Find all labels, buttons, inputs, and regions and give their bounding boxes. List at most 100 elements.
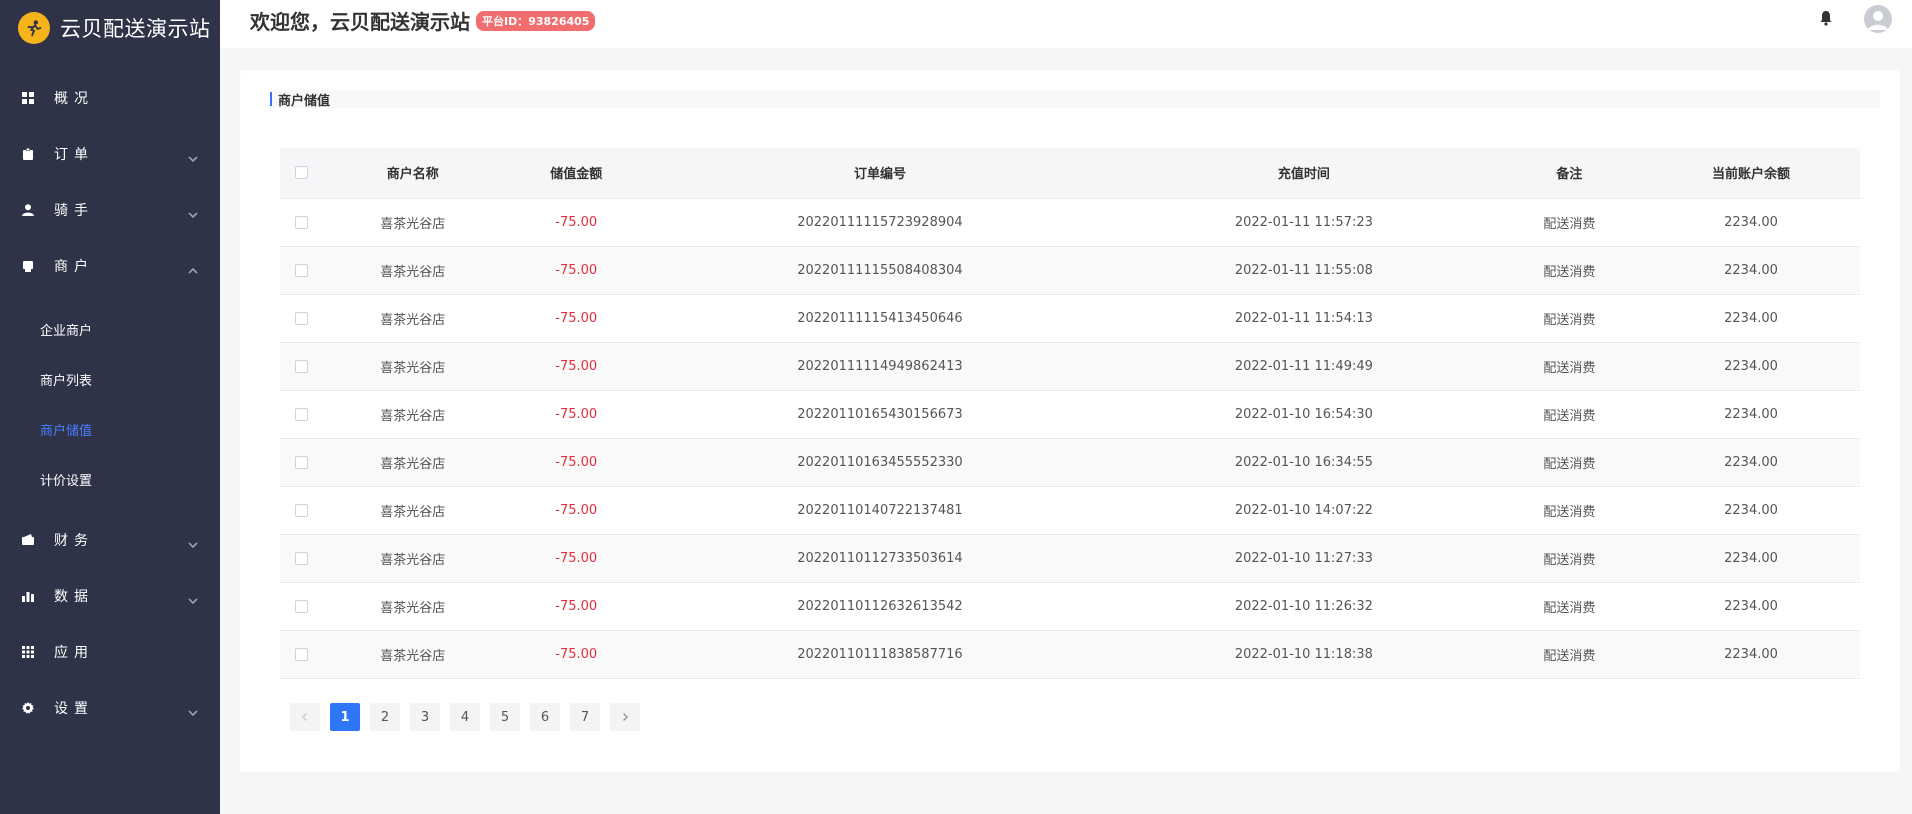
row-checkbox[interactable] <box>294 407 308 421</box>
prev-page-button[interactable] <box>290 703 320 731</box>
row-checkbox[interactable] <box>294 647 308 661</box>
recharge-time-cell: 2022-01-10 16:34:55 <box>1111 438 1497 487</box>
remark-cell: 配送消费 <box>1496 486 1643 535</box>
chevron-left-icon <box>301 712 308 722</box>
dashboard-icon <box>22 92 34 104</box>
remark-cell: 配送消费 <box>1496 534 1643 583</box>
amount-cell: -75.00 <box>503 198 649 247</box>
merchant-name-cell: 喜茶光谷店 <box>322 342 504 391</box>
merchant-name-cell: 喜茶光谷店 <box>322 582 504 631</box>
page-button-3[interactable]: 3 <box>410 703 440 731</box>
sidebar-item-data[interactable]: 数据 <box>0 568 220 624</box>
table-row: 喜茶光谷店 -75.00 20220110112733503614 2022-01-1… <box>280 534 1860 583</box>
order-number-cell: 20220111115723928904 <box>648 198 1111 247</box>
submenu-item-enterprise-merchants[interactable]: 企业商户 <box>0 304 220 354</box>
balance-cell: 2234.00 <box>1642 630 1860 679</box>
main-panel: 商户储值 商户名称 储值金额 订单编号 充值时间 备注 当前账户余额 喜茶光谷店… <box>240 70 1900 772</box>
row-checkbox[interactable] <box>294 503 308 517</box>
merchant-name-cell: 喜茶光谷店 <box>322 198 504 247</box>
balance-cell: 2234.00 <box>1642 438 1860 487</box>
column-header-merchant-name: 商户名称 <box>322 148 504 199</box>
page-button-5[interactable]: 5 <box>490 703 520 731</box>
table-row: 喜茶光谷店 -75.00 20220111115508408304 2022-01-1… <box>280 246 1860 295</box>
sidebar-item-merchants[interactable]: 商户 <box>0 238 220 294</box>
balance-cell: 2234.00 <box>1642 390 1860 439</box>
remark-cell: 配送消费 <box>1496 342 1643 391</box>
recharge-time-cell: 2022-01-10 16:54:30 <box>1111 390 1497 439</box>
row-checkbox[interactable] <box>294 263 308 277</box>
amount-cell: -75.00 <box>503 390 649 439</box>
row-select-cell <box>280 582 322 631</box>
recharge-time-cell: 2022-01-10 11:26:32 <box>1111 582 1497 631</box>
table-row: 喜茶光谷店 -75.00 20220110112632613542 2022-01-1… <box>280 582 1860 631</box>
top-header: 欢迎您，云贝配送演示站 平台ID：93826405 <box>220 0 1912 48</box>
platform-id-badge: 平台ID：93826405 <box>476 10 596 31</box>
amount-cell: -75.00 <box>503 438 649 487</box>
welcome-title: 欢迎您，云贝配送演示站 平台ID：93826405 <box>250 6 596 35</box>
row-checkbox[interactable] <box>294 311 308 325</box>
table-row: 喜茶光谷店 -75.00 20220110111838587716 2022-01-1… <box>280 630 1860 679</box>
page-button-4[interactable]: 4 <box>450 703 480 731</box>
next-page-button[interactable] <box>610 703 640 731</box>
column-header-recharge-time: 充值时间 <box>1111 148 1497 199</box>
merchant-name-cell: 喜茶光谷店 <box>322 390 504 439</box>
sidebar-item-label: 商户 <box>54 259 94 275</box>
submenu-item-pricing-settings[interactable]: 计价设置 <box>0 454 220 504</box>
row-select-cell <box>280 246 322 295</box>
sidebar-item-orders[interactable]: 订单 <box>0 126 220 182</box>
row-select-cell <box>280 294 322 343</box>
balance-cell: 2234.00 <box>1642 246 1860 295</box>
sidebar-item-apps[interactable]: 应用 <box>0 624 220 680</box>
table-row: 喜茶光谷店 -75.00 20220110165430156673 2022-01-1… <box>280 390 1860 439</box>
sidebar-item-riders[interactable]: 骑手 <box>0 182 220 238</box>
amount-cell: -75.00 <box>503 534 649 583</box>
row-checkbox[interactable] <box>294 599 308 613</box>
column-header-order-number: 订单编号 <box>648 148 1111 199</box>
row-checkbox[interactable] <box>294 359 308 373</box>
chevron-right-icon <box>622 712 629 722</box>
recharge-time-cell: 2022-01-11 11:54:13 <box>1111 294 1497 343</box>
sidebar-item-label: 设置 <box>54 701 94 717</box>
bar-chart-icon <box>22 590 34 602</box>
remark-cell: 配送消费 <box>1496 390 1643 439</box>
recharge-time-cell: 2022-01-10 14:07:22 <box>1111 486 1497 535</box>
select-all-checkbox[interactable] <box>294 166 308 180</box>
merchant-name-cell: 喜茶光谷店 <box>322 630 504 679</box>
sidebar-item-label: 订单 <box>54 147 94 163</box>
brand[interactable]: 云贝配送演示站 <box>0 0 220 56</box>
merchant-name-cell: 喜茶光谷店 <box>322 534 504 583</box>
page-button-1[interactable]: 1 <box>330 703 360 731</box>
row-checkbox[interactable] <box>294 551 308 565</box>
sidebar-item-finance[interactable]: 财务 <box>0 512 220 568</box>
row-checkbox[interactable] <box>294 215 308 229</box>
brand-logo-icon <box>18 12 50 44</box>
sidebar-item-settings[interactable]: 设置 <box>0 680 220 736</box>
remark-cell: 配送消费 <box>1496 630 1643 679</box>
page-title: 商户储值 <box>270 90 1880 109</box>
order-number-cell: 20220110112632613542 <box>648 582 1111 631</box>
submenu-item-merchant-list[interactable]: 商户列表 <box>0 354 220 404</box>
brand-name: 云贝配送演示站 <box>60 17 211 41</box>
chevron-down-icon <box>188 703 198 717</box>
remark-cell: 配送消费 <box>1496 246 1643 295</box>
submenu-item-merchant-stored-value[interactable]: 商户储值 <box>0 404 220 454</box>
order-number-cell: 20220110165430156673 <box>648 390 1111 439</box>
merchant-submenu: 企业商户 商户列表 商户储值 计价设置 <box>0 294 220 512</box>
row-select-cell <box>280 198 322 247</box>
remark-cell: 配送消费 <box>1496 294 1643 343</box>
column-header-remark: 备注 <box>1496 148 1643 199</box>
page-button-7[interactable]: 7 <box>570 703 600 731</box>
row-checkbox[interactable] <box>294 455 308 469</box>
sidebar-item-label: 骑手 <box>54 203 94 219</box>
balance-cell: 2234.00 <box>1642 486 1860 535</box>
bell-icon[interactable] <box>1818 10 1834 26</box>
table-row: 喜茶光谷店 -75.00 20220111115723928904 2022-01-1… <box>280 198 1860 247</box>
page-button-6[interactable]: 6 <box>530 703 560 731</box>
sidebar-item-overview[interactable]: 概况 <box>0 70 220 126</box>
page-button-2[interactable]: 2 <box>370 703 400 731</box>
recharge-time-cell: 2022-01-11 11:57:23 <box>1111 198 1497 247</box>
remark-cell: 配送消费 <box>1496 582 1643 631</box>
avatar[interactable] <box>1864 5 1892 33</box>
amount-cell: -75.00 <box>503 582 649 631</box>
balance-cell: 2234.00 <box>1642 198 1860 247</box>
